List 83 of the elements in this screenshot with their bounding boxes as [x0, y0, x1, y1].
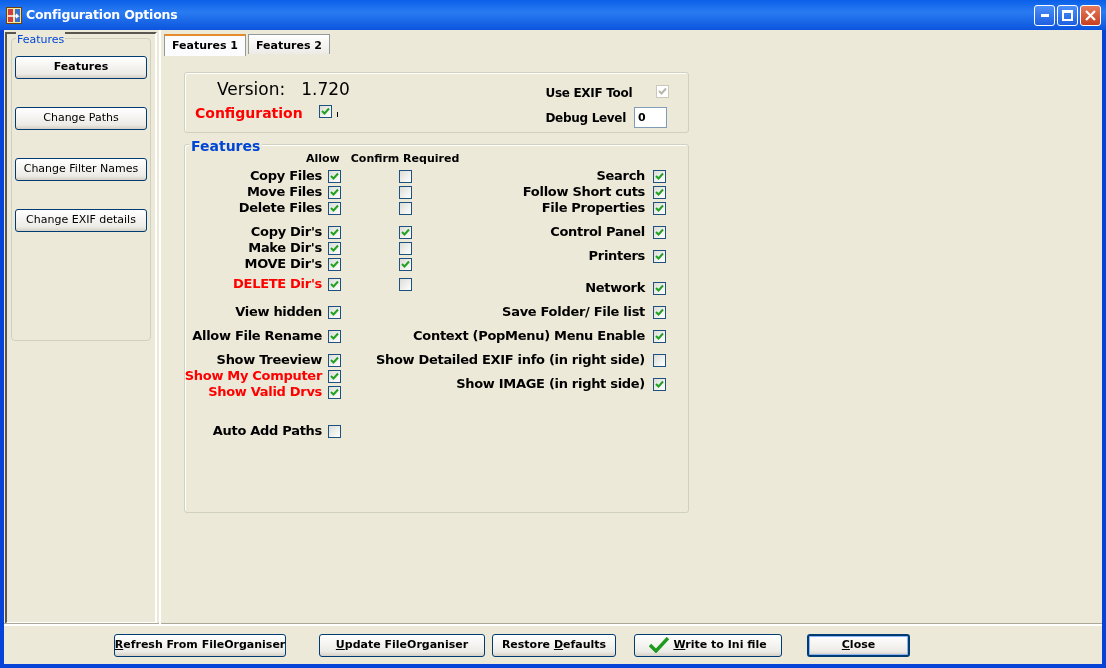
- checkbox[interactable]: [653, 201, 666, 215]
- checkbox[interactable]: [399, 277, 412, 291]
- feature-label: Show My Computer: [184, 368, 322, 384]
- feature-label: Auto Add Paths: [212, 423, 322, 439]
- confirm-header: Confirm Required: [350, 151, 460, 163]
- minimize-icon: [1040, 13, 1049, 17]
- window-title: Configuration Options: [26, 5, 178, 24]
- checkbox[interactable]: [399, 225, 412, 239]
- tab[interactable]: Features 1: [164, 34, 246, 56]
- debug-level-field[interactable]: 0: [634, 107, 667, 128]
- footer-button[interactable]: Close: [807, 633, 910, 657]
- feature-label: Save Folder/ File list: [502, 304, 645, 320]
- footer-button[interactable]: Restore Defaults: [492, 633, 616, 657]
- checkbox[interactable]: [399, 185, 412, 199]
- feature-label: Search: [596, 168, 645, 184]
- configuration-label: Configuration: [195, 103, 303, 123]
- feature-label: Show Treeview: [216, 352, 322, 368]
- feature-label: Show Detailed EXIF info (in right side): [375, 352, 645, 368]
- feature-label: Copy Dir's: [250, 224, 322, 240]
- checkbox[interactable]: [328, 353, 341, 367]
- app-icon: [6, 6, 22, 24]
- checkbox[interactable]: [399, 257, 412, 271]
- feature-label: Network: [585, 280, 645, 296]
- checkbox[interactable]: [653, 249, 666, 263]
- checkbox[interactable]: [328, 257, 341, 271]
- checkbox[interactable]: [328, 329, 341, 343]
- sidebar-button[interactable]: Change Filter Names: [15, 158, 147, 181]
- feature-label: File Properties: [541, 200, 645, 216]
- feature-label: Make Dir's: [248, 240, 322, 256]
- footer-button[interactable]: Refresh From FileOrganiser: [114, 633, 286, 657]
- checkbox[interactable]: [328, 305, 341, 319]
- feature-label: Allow File Rename: [192, 328, 322, 344]
- feature-label: Printers: [588, 248, 645, 264]
- feature-label: Follow Short cuts: [522, 184, 645, 200]
- checkbox[interactable]: [399, 169, 412, 183]
- footer-button[interactable]: Update FileOrganiser: [319, 633, 485, 657]
- close-icon: [1085, 9, 1096, 21]
- feature-label: Show Valid Drvs: [208, 384, 322, 400]
- checkbox[interactable]: [328, 185, 341, 199]
- tick-mark: [335, 109, 339, 117]
- sidebar-button[interactable]: Change EXIF details: [15, 209, 147, 232]
- checkbox[interactable]: [399, 201, 412, 215]
- checkbox[interactable]: [653, 329, 666, 343]
- checkbox[interactable]: [653, 185, 666, 199]
- sidebar-button[interactable]: Features: [15, 56, 147, 79]
- feature-label: Control Panel: [550, 224, 645, 240]
- feature-label: Context (PopMenu) Menu Enable: [413, 328, 645, 344]
- checkbox[interactable]: [653, 225, 666, 239]
- maximize-icon: [1062, 9, 1073, 21]
- version-value: 1.720: [301, 78, 350, 101]
- checkmark-icon: [649, 637, 670, 653]
- checkbox[interactable]: [328, 369, 341, 383]
- exif-tool-label: Use EXIF Tool: [545, 85, 633, 101]
- feature-label: Delete Files: [238, 200, 322, 216]
- feature-label: Show IMAGE (in right side): [456, 376, 645, 392]
- checkbox[interactable]: [328, 385, 341, 399]
- checkbox[interactable]: [653, 377, 666, 391]
- checkbox[interactable]: [328, 277, 341, 291]
- debug-level-label: Debug Level: [545, 109, 626, 126]
- feature-label: Copy Files: [249, 168, 322, 184]
- minimize-button[interactable]: [1034, 4, 1055, 26]
- feature-label: View hidden: [235, 304, 322, 320]
- tab[interactable]: Features 2: [247, 34, 330, 54]
- feature-label: Move Files: [246, 184, 322, 200]
- checkbox[interactable]: [653, 281, 666, 295]
- checkbox[interactable]: [653, 305, 666, 319]
- checkbox[interactable]: [328, 225, 341, 239]
- footer-button[interactable]: Write to Ini file: [634, 633, 782, 657]
- version-label: Version:: [217, 78, 286, 101]
- sidebar-button[interactable]: Change Paths: [15, 107, 147, 130]
- checkbox[interactable]: [328, 201, 341, 215]
- checkbox[interactable]: [653, 169, 666, 183]
- maximize-button[interactable]: [1057, 4, 1078, 26]
- close-window-button[interactable]: [1080, 4, 1101, 26]
- checkbox[interactable]: [653, 353, 666, 367]
- allow-header: Allow: [306, 151, 340, 163]
- checkbox[interactable]: [328, 241, 341, 255]
- checkbox[interactable]: [399, 241, 412, 255]
- feature-label: DELETE Dir's: [233, 276, 322, 292]
- checkbox[interactable]: [328, 424, 341, 438]
- checkbox[interactable]: [318, 104, 332, 118]
- checkbox[interactable]: [328, 169, 341, 183]
- feature-label: MOVE Dir's: [244, 256, 322, 272]
